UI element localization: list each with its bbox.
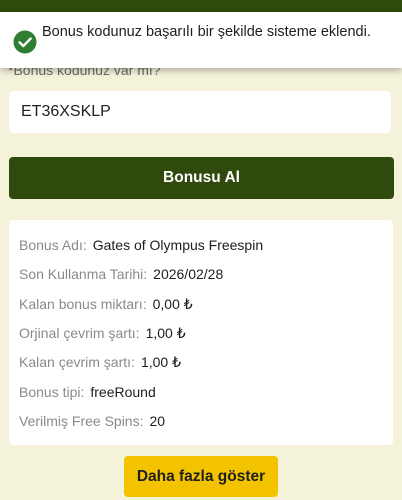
detail-key: Son Kullanma Tarihi: (19, 266, 148, 282)
success-toast[interactable]: Bonus kodunuz başarılı bir şekilde siste… (0, 12, 402, 68)
original-wagering-row: Orjinal çevrim şartı: 1,00 ₺ (19, 325, 186, 342)
bonus-info-card: Bonus Adı: Gates of Olympus Freespin Son … (9, 220, 393, 445)
detail-value: 1,00 ₺ (145, 325, 186, 341)
detail-value: 20 (149, 413, 166, 429)
detail-key: Kalan bonus miktarı: (19, 296, 147, 312)
free-spins-row: Verilmiş Free Spins: 20 (19, 413, 165, 429)
detail-value: freeRound (90, 384, 156, 400)
header-bar (0, 0, 402, 12)
detail-value: Gates of Olympus Freespin (92, 237, 264, 253)
detail-key: Verilmiş Free Spins: (19, 413, 144, 429)
detail-value: 2026/02/28 (153, 266, 224, 282)
remaining-wagering-row: Kalan çevrim şartı: 1,00 ₺ (19, 354, 181, 371)
detail-value: 0,00 ₺ (152, 296, 193, 312)
check-circle-icon (13, 30, 37, 54)
show-more-button[interactable]: Daha fazla göster (124, 456, 278, 497)
detail-key: Bonus tipi: (19, 384, 85, 400)
toast-message: Bonus kodunuz başarılı bir şekilde siste… (42, 24, 371, 40)
remaining-bonus-row: Kalan bonus miktarı: 0,00 ₺ (19, 296, 193, 313)
bonus-type-row: Bonus tipi: freeRound (19, 384, 156, 400)
bonus-code-input[interactable] (9, 91, 391, 133)
get-bonus-button[interactable]: Bonusu Al (9, 157, 394, 199)
detail-key: Bonus Adı: (19, 237, 87, 253)
expiry-date-row: Son Kullanma Tarihi: 2026/02/28 (19, 266, 223, 282)
detail-key: Orjinal çevrim şartı: (19, 325, 140, 341)
bonus-name-row: Bonus Adı: Gates of Olympus Freespin (19, 237, 263, 253)
detail-key: Kalan çevrim şartı: (19, 354, 135, 370)
detail-value: 1,00 ₺ (140, 354, 181, 370)
